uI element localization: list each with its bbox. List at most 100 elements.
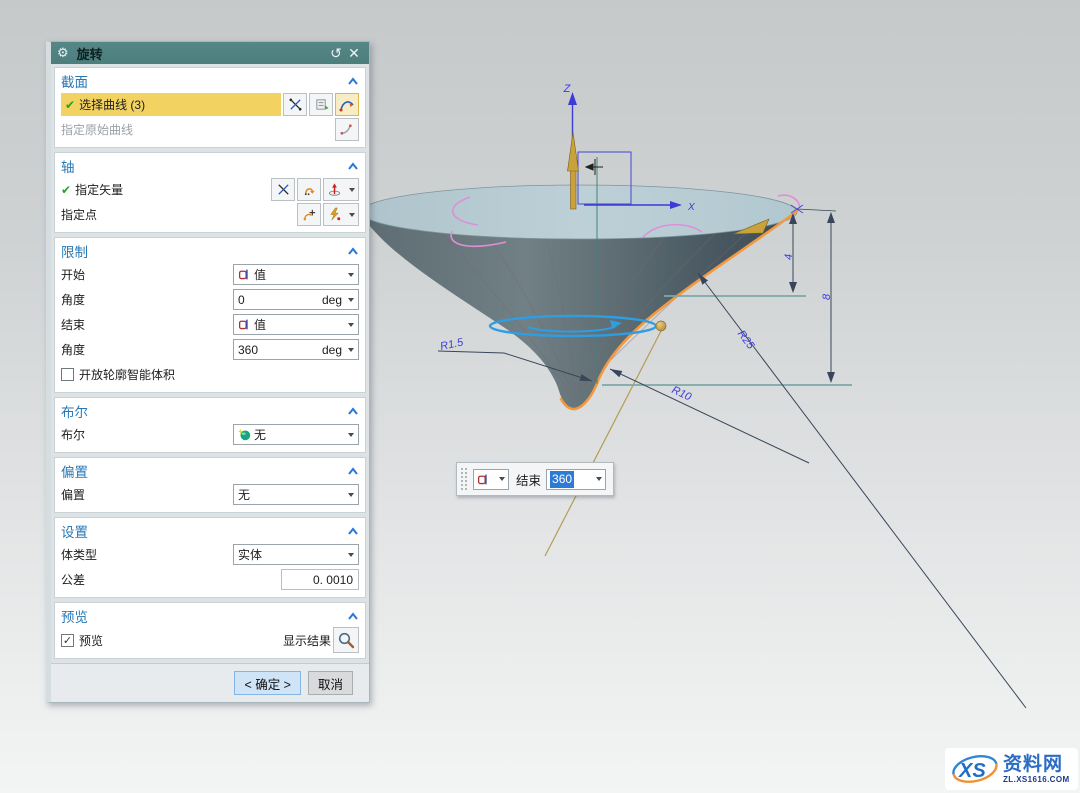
toolbar-drag-handle[interactable] (460, 467, 468, 491)
curve-icon (339, 97, 355, 113)
axis-block: 轴 ✔ 指定矢量 (54, 152, 366, 233)
select-curve-field[interactable]: ✔ 选择曲线 (3) (61, 93, 281, 116)
dropdown-arrow (348, 273, 354, 277)
point-dialog-button[interactable] (297, 203, 321, 226)
vector-dialog-button[interactable] (297, 178, 321, 201)
boolean-dropdown[interactable]: 无 (233, 424, 359, 445)
point-type-dropdown[interactable] (323, 203, 359, 226)
limit-type-dropdown[interactable] (473, 469, 509, 490)
body-type-value: 实体 (238, 546, 348, 563)
offset-label: 偏置 (61, 486, 233, 503)
curve-list-button[interactable] (309, 93, 333, 116)
settings-header[interactable]: 设置 (61, 520, 359, 542)
chevron-up-icon[interactable] (347, 407, 359, 415)
preview-header[interactable]: 预览 (61, 605, 359, 627)
tolerance-value: 0. 0010 (313, 573, 353, 587)
original-curve-button[interactable] (335, 118, 359, 141)
orange-hook-arrow-icon (302, 182, 317, 197)
end-angle-label: 角度 (61, 341, 233, 358)
end-angle-value: 360 (238, 343, 322, 357)
start-angle-unit: deg (322, 293, 342, 307)
drag-handle-sphere[interactable] (656, 321, 666, 331)
boolean-block: 布尔 布尔 无 (54, 397, 366, 453)
offset-header[interactable]: 偏置 (61, 460, 359, 482)
application-window: Z X (0, 0, 1080, 793)
reset-button[interactable]: ↺ (327, 45, 345, 62)
funnel-top-face[interactable] (361, 185, 797, 239)
section-header[interactable]: 截面 (61, 70, 359, 92)
end-type-dropdown[interactable]: 值 (233, 314, 359, 335)
magnifier-icon (337, 631, 355, 649)
end-field-label: 结束 (516, 470, 541, 489)
section-block: 截面 ✔ 选择曲线 (3) (54, 67, 366, 148)
tolerance-label: 公差 (61, 571, 281, 588)
boolean-header[interactable]: 布尔 (61, 400, 359, 422)
dropdown-arrow (499, 477, 505, 481)
check-icon: ✔ (61, 183, 71, 197)
open-profile-checkbox[interactable] (61, 368, 74, 381)
check-icon: ✔ (65, 98, 75, 112)
watermark: XS 资料网 ZL.XS1616.COM (945, 748, 1078, 790)
dropdown-arrow (348, 323, 354, 327)
dropdown-arrow (349, 188, 355, 192)
start-angle-field[interactable]: 0 deg (233, 289, 359, 310)
chevron-up-icon[interactable] (347, 77, 359, 85)
open-profile-label: 开放轮廓智能体积 (79, 366, 359, 383)
logo-xs-text: XS (958, 760, 986, 782)
value-icon (238, 268, 251, 281)
dropdown-arrow (348, 553, 354, 557)
settings-block: 设置 体类型 实体 公差 0. 0010 (54, 517, 366, 598)
dropdown-arrow (348, 433, 354, 437)
chevron-up-icon[interactable] (347, 247, 359, 255)
preview-block: 预览 ✓ 预览 显示结果 (54, 602, 366, 659)
mini-dimension-mark (586, 159, 603, 175)
axis-title: 轴 (61, 156, 347, 176)
show-result-button[interactable] (333, 627, 359, 653)
dim-8-label: 8 (821, 293, 833, 300)
svg-text:XS: XS (958, 760, 986, 782)
end-angle-inline-field[interactable]: 360 (546, 469, 606, 490)
limits-block: 限制 开始 值 角度 (54, 237, 366, 393)
start-type-dropdown[interactable]: 值 (233, 264, 359, 285)
start-type-value: 值 (254, 266, 348, 283)
limits-header[interactable]: 限制 (61, 240, 359, 262)
chevron-up-icon[interactable] (347, 467, 359, 475)
dropdown-arrow (348, 298, 354, 302)
axis-header[interactable]: 轴 (61, 155, 359, 177)
watermark-name: 资料网 (1003, 755, 1070, 774)
preview-checkbox[interactable]: ✓ (61, 634, 74, 647)
start-label: 开始 (61, 266, 233, 283)
vector-crossing-button[interactable] (271, 178, 295, 201)
chevron-up-icon[interactable] (347, 527, 359, 535)
body-type-dropdown[interactable]: 实体 (233, 544, 359, 565)
show-result-label: 显示结果 (283, 632, 331, 649)
cancel-button[interactable]: 取消 (308, 671, 353, 695)
tolerance-field[interactable]: 0. 0010 (281, 569, 359, 590)
offset-dropdown[interactable]: 无 (233, 484, 359, 505)
ok-button[interactable]: < 确定 > (234, 671, 301, 695)
boolean-none-icon (238, 428, 251, 441)
on-screen-input-toolbar: 结束 360 (456, 462, 614, 496)
lightning-icon (327, 207, 342, 222)
vector-type-dropdown[interactable] (323, 178, 359, 201)
close-button[interactable]: ✕ (345, 45, 363, 62)
dialog-titlebar[interactable]: ⚙ 旋转 ↺ ✕ (51, 42, 369, 64)
section-title: 截面 (61, 71, 347, 91)
end-angle-field[interactable]: 360 deg (233, 339, 359, 360)
specify-vector-label: 指定矢量 (75, 181, 269, 198)
crossing-lines-icon (276, 182, 291, 197)
dim-4-label: 4 (783, 254, 795, 260)
curve-select-button[interactable] (335, 93, 359, 116)
boolean-title: 布尔 (61, 401, 347, 421)
dropdown-arrow (348, 348, 354, 352)
crossing-lines-icon (288, 97, 303, 112)
dropdown-arrow (596, 477, 602, 481)
original-curve-icon (340, 122, 355, 137)
revolve-dialog: ⚙ 旋转 ↺ ✕ 截面 ✔ 选择曲线 (3) (46, 41, 370, 703)
point-plus-icon (302, 207, 317, 222)
chevron-up-icon[interactable] (347, 162, 359, 170)
chevron-up-icon[interactable] (347, 612, 359, 620)
revolved-solid-preview[interactable] (361, 185, 797, 409)
end-angle-inline-value: 360 (550, 471, 574, 488)
crossing-lines-button[interactable] (283, 93, 307, 116)
